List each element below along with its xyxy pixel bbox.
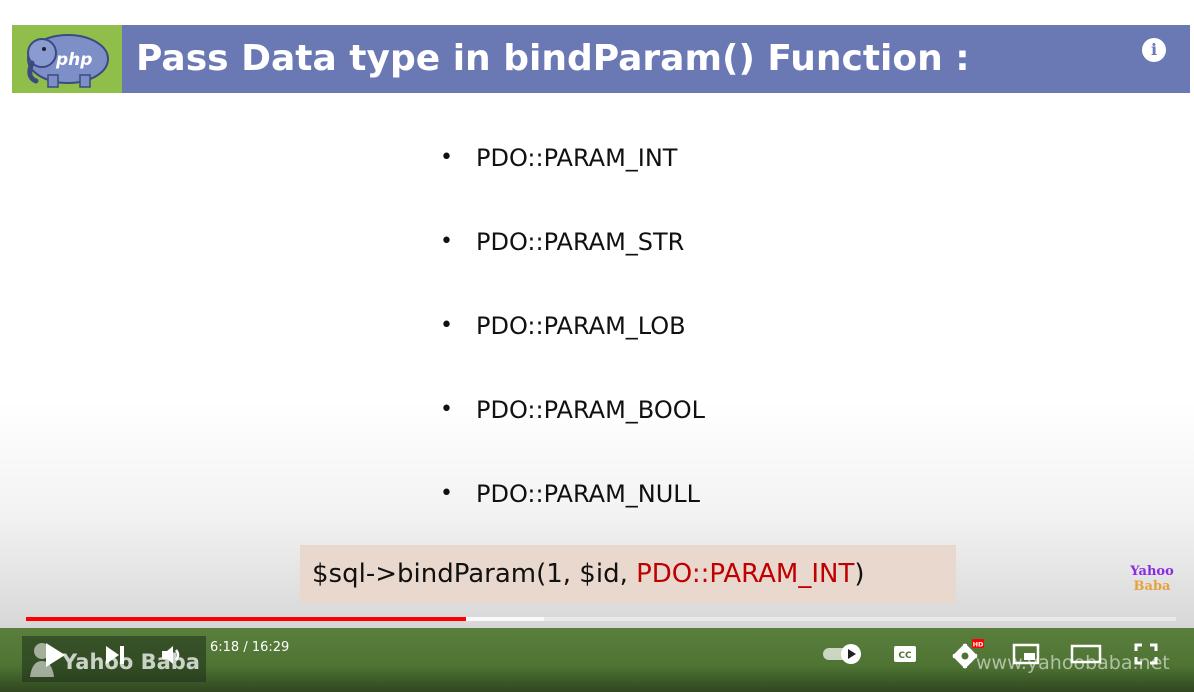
watermark-url: www.yahoobaba.net [976,652,1170,674]
bullet-text: PDO::PARAM_STR [476,228,685,256]
code-prefix: $sql->bindParam(1, $id, [312,559,637,589]
bullet-text: PDO::PARAM_INT [476,144,678,172]
next-icon [106,646,124,664]
list-item: • PDO::PARAM_BOOL [440,392,705,476]
cc-label: CC [898,651,912,661]
volume-icon [162,646,180,664]
slide-title: Pass Data type in bindParam() Function : [136,38,970,79]
php-elephant-icon: php [27,34,109,88]
bullet-dot: • [440,229,453,254]
autoplay-toggle[interactable] [820,642,866,666]
info-icon[interactable]: i [1142,38,1166,62]
slide-header: php Pass Data type in bindParam() Functi… [12,25,1190,93]
bullet-text: PDO::PARAM_NULL [476,480,701,508]
code-line: $sql->bindParam(1, $id, PDO::PARAM_INT) [312,555,865,593]
php-logo-text: php [55,50,92,70]
bullet-text: PDO::PARAM_BOOL [476,396,705,424]
bullet-dot: • [440,397,453,422]
progress-bar[interactable] [26,617,1176,621]
bullet-dot: • [440,481,453,506]
brand-line1: Yahoo [1130,564,1174,579]
captions-button[interactable]: CC [890,642,920,666]
autoplay-toggle-icon [823,644,861,664]
next-button[interactable] [100,640,130,670]
list-item: • PDO::PARAM_INT [440,140,705,224]
progress-played [26,617,467,621]
list-item: • PDO::PARAM_LOB [440,308,705,392]
time-display: 6:18 / 16:29 [210,640,290,655]
play-icon [46,643,65,667]
yahoo-baba-logo: Yahoo Baba [1126,564,1178,594]
bullet-dot: • [440,313,453,338]
captions-icon: CC [894,646,916,662]
code-example-box: $sql->bindParam(1, $id, PDO::PARAM_INT) [300,545,956,603]
bullet-list: • PDO::PARAM_INT • PDO::PARAM_STR • PDO::PA… [440,140,705,560]
code-highlight: PDO::PARAM_INT [636,559,855,589]
code-suffix: ) [854,559,865,589]
php-logo: php [12,25,122,93]
hd-badge: HD [973,641,984,649]
bullet-text: PDO::PARAM_LOB [476,312,686,340]
volume-button[interactable] [158,640,188,670]
bullet-dot: • [440,145,453,170]
video-player[interactable]: php Pass Data type in bindParam() Functi… [0,0,1194,692]
brand-line2: Baba [1133,579,1171,594]
play-button[interactable] [40,640,70,670]
list-item: • PDO::PARAM_STR [440,224,705,308]
